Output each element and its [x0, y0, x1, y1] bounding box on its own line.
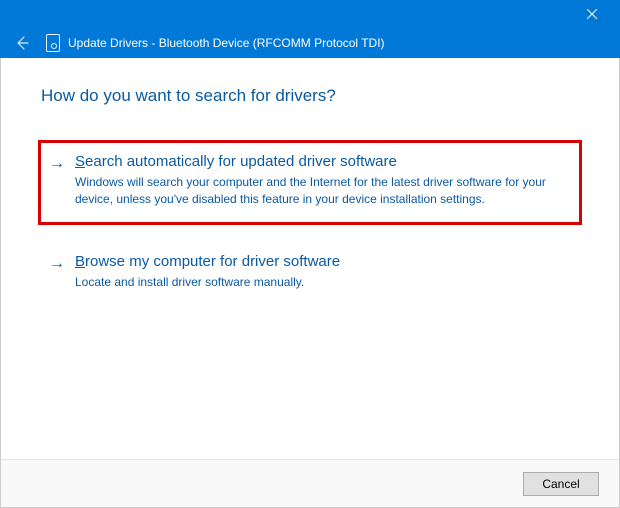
option-auto-body: Search automatically for updated driver … [75, 153, 567, 208]
arrow-right-icon: → [49, 155, 65, 173]
page-heading: How do you want to search for drivers? [41, 86, 579, 106]
option-browse-title: Browse my computer for driver software [75, 253, 567, 270]
arrow-right-icon: → [49, 255, 65, 273]
close-icon [587, 9, 597, 19]
option-browse-body: Browse my computer for driver software L… [75, 253, 567, 291]
device-icon [46, 34, 60, 52]
option-browse-description: Locate and install driver software manua… [75, 274, 567, 291]
cancel-button[interactable]: Cancel [523, 472, 599, 496]
wizard-title: Update Drivers - Bluetooth Device (RFCOM… [68, 36, 385, 50]
option-auto-description: Windows will search your computer and th… [75, 174, 567, 208]
titlebar [0, 0, 620, 28]
close-button[interactable] [572, 0, 612, 28]
option-auto-title: Search automatically for updated driver … [75, 153, 567, 170]
back-button[interactable] [12, 35, 32, 51]
content-wrap: How do you want to search for drivers? →… [0, 58, 620, 508]
dialog-footer: Cancel [1, 459, 619, 507]
option-search-automatically[interactable]: → Search automatically for updated drive… [38, 140, 582, 225]
back-arrow-icon [14, 35, 30, 51]
wizard-header: Update Drivers - Bluetooth Device (RFCOM… [0, 28, 620, 58]
content-area: How do you want to search for drivers? →… [1, 58, 619, 459]
option-browse-computer[interactable]: → Browse my computer for driver software… [41, 243, 579, 305]
